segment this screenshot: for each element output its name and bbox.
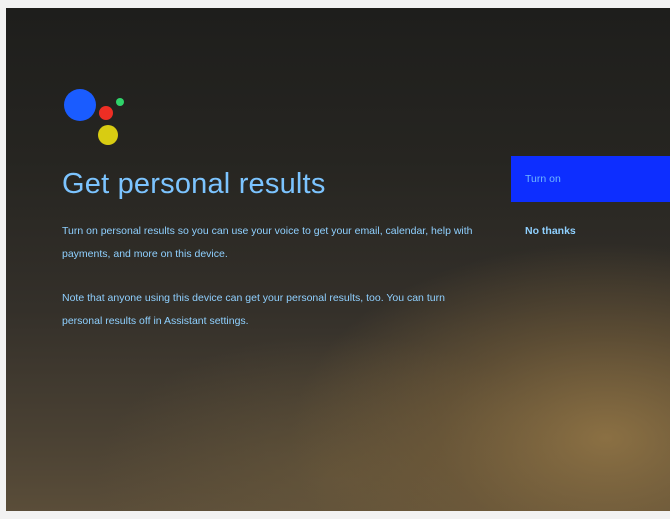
yellow-dot-icon xyxy=(98,125,118,145)
google-assistant-icon xyxy=(62,87,132,153)
no-thanks-button[interactable]: No thanks xyxy=(511,219,670,243)
turn-on-button[interactable]: Turn on xyxy=(511,156,670,202)
red-dot-icon xyxy=(99,106,113,120)
photo-frame: Get personal results Turn on personal re… xyxy=(0,0,670,519)
page-title: Get personal results xyxy=(62,168,326,200)
tv-screen: Get personal results Turn on personal re… xyxy=(6,8,670,511)
description-personal-results: Turn on personal results so you can use … xyxy=(62,225,473,260)
blue-dot-icon xyxy=(64,89,96,121)
green-dot-icon xyxy=(116,98,124,106)
description-shared-device-note: Note that anyone using this device can g… xyxy=(62,292,445,327)
